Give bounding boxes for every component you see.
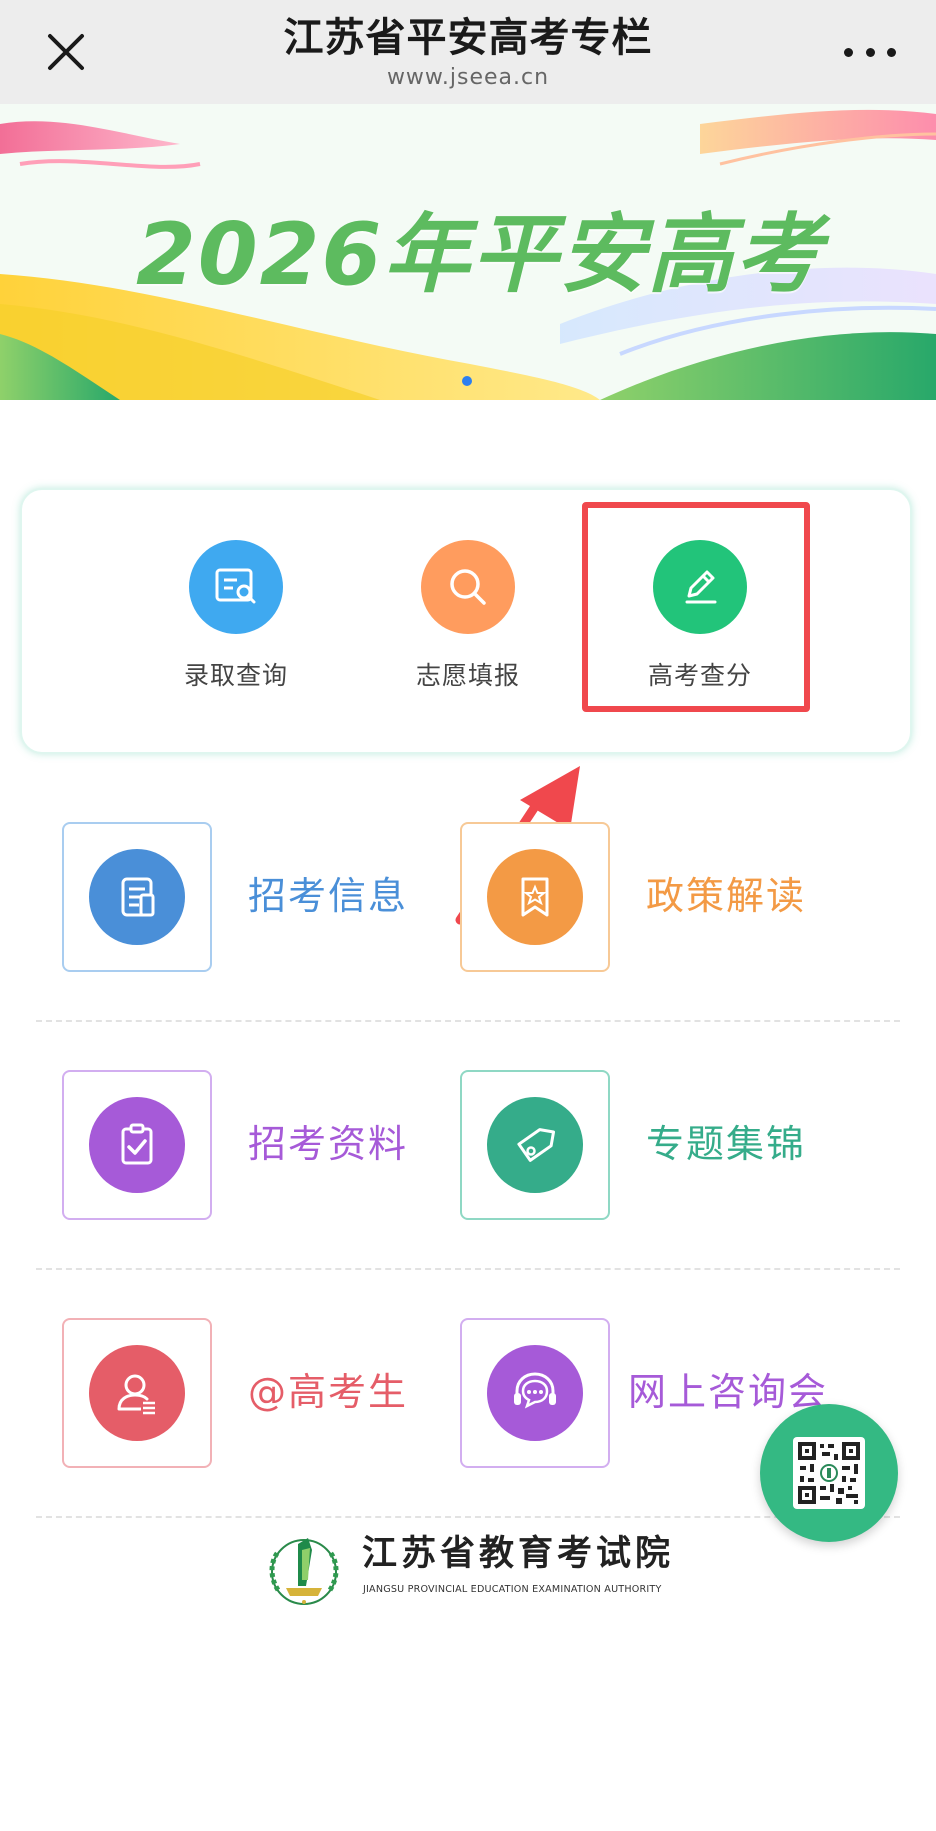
magnifier-icon bbox=[421, 540, 515, 634]
tile-label-special-topics[interactable]: 专题集锦 bbox=[646, 1120, 806, 1168]
top-nav-bar: 江苏省平安高考专栏 www.jseea.cn bbox=[0, 0, 936, 104]
tile-special-topics[interactable] bbox=[460, 1070, 610, 1220]
qr-code-icon bbox=[793, 1437, 865, 1509]
quick-action-label: 志愿填报 bbox=[415, 661, 520, 690]
emblem-icon bbox=[269, 1538, 339, 1605]
more-options-icon[interactable] bbox=[844, 34, 896, 70]
tile-label-candidates[interactable]: @高考生 bbox=[248, 1368, 408, 1416]
tile-label-policy-interpretation[interactable]: 政策解读 bbox=[646, 872, 806, 920]
document-icon bbox=[89, 849, 185, 945]
quick-actions-card: 录取查询 志愿填报 高考查分 bbox=[20, 488, 912, 754]
tile-admission-info[interactable] bbox=[62, 822, 212, 972]
close-icon[interactable] bbox=[44, 30, 88, 74]
tile-label-online-consultation[interactable]: 网上咨询会 bbox=[628, 1368, 828, 1416]
organization-name-en: JIANGSU PROVINCIAL EDUCATION EXAMINATION… bbox=[363, 1584, 662, 1595]
quick-action-score-query[interactable]: 高考查分 bbox=[600, 540, 800, 692]
carousel-indicator bbox=[462, 376, 472, 386]
quick-action-admission-query[interactable]: 录取查询 bbox=[136, 540, 336, 692]
tile-policy-interpretation[interactable] bbox=[460, 822, 610, 972]
tile-admission-materials[interactable] bbox=[62, 1070, 212, 1220]
clipboard-check-icon bbox=[89, 1097, 185, 1193]
tile-online-consultation[interactable] bbox=[460, 1318, 610, 1468]
quick-action-label: 高考查分 bbox=[647, 661, 752, 690]
tile-label-admission-materials[interactable]: 招考资料 bbox=[248, 1120, 408, 1168]
pencil-icon bbox=[653, 540, 747, 634]
user-icon bbox=[89, 1345, 185, 1441]
headset-chat-icon bbox=[487, 1345, 583, 1441]
page-url: www.jseea.cn bbox=[386, 65, 550, 90]
row-divider bbox=[36, 1268, 900, 1270]
search-document-icon bbox=[189, 540, 283, 634]
banner-carousel[interactable]: 2026年平安高考 bbox=[0, 104, 936, 400]
banner-title: 2026年平安高考 bbox=[136, 205, 824, 305]
tag-icon bbox=[487, 1097, 583, 1193]
footer-logo: 江苏省教育考试院 JIANGSU PROVINCIAL EDUCATION EX… bbox=[264, 1526, 704, 1612]
row-divider bbox=[36, 1516, 900, 1518]
row-divider bbox=[36, 1020, 900, 1022]
qr-code-button[interactable] bbox=[760, 1404, 898, 1542]
tile-candidates[interactable] bbox=[62, 1318, 212, 1468]
page-title: 江苏省平安高考专栏 bbox=[283, 15, 653, 61]
quick-action-application-fill[interactable]: 志愿填报 bbox=[368, 540, 568, 692]
quick-action-label: 录取查询 bbox=[183, 661, 288, 690]
bookmark-star-icon bbox=[487, 849, 583, 945]
page-title-block: 江苏省平安高考专栏 www.jseea.cn bbox=[200, 12, 736, 92]
tile-label-admission-info[interactable]: 招考信息 bbox=[248, 872, 408, 920]
organization-name: 江苏省教育考试院 bbox=[362, 1533, 675, 1574]
